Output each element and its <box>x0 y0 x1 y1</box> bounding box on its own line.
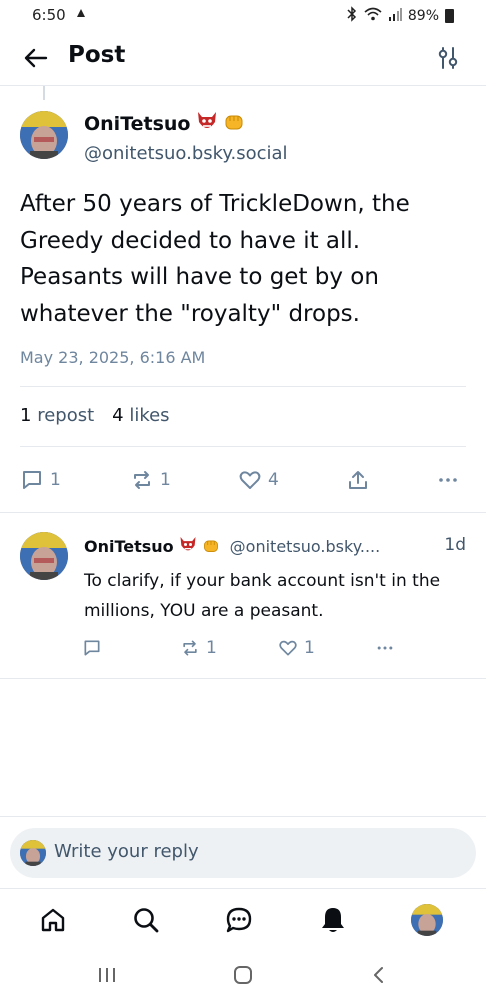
divider <box>0 512 486 513</box>
more-dots-icon <box>377 646 393 650</box>
chevron-left-icon <box>374 967 383 983</box>
home-system-button[interactable] <box>228 962 258 988</box>
reply-timestamp: 1d <box>444 535 466 555</box>
reply-author-name: OniTetsuo <box>84 537 174 556</box>
likes-count: 4 <box>112 405 124 426</box>
battery-icon <box>445 9 454 23</box>
reply-button[interactable]: 1 <box>20 468 61 492</box>
reply-like-button[interactable]: 1 <box>278 638 315 658</box>
divider <box>0 678 486 679</box>
fist-icon <box>223 110 245 137</box>
reposts-label: repost <box>37 405 95 426</box>
battery-percent: 89% <box>407 8 439 24</box>
back-button[interactable] <box>20 42 52 74</box>
status-time: 6:50 <box>32 6 66 24</box>
more-options-button[interactable] <box>436 468 460 492</box>
nav-profile[interactable] <box>410 903 444 937</box>
signal-icon <box>388 7 402 25</box>
oni-mask-icon <box>195 110 219 137</box>
bluetooth-icon <box>346 6 358 26</box>
avatar[interactable] <box>20 111 68 159</box>
avatar <box>411 904 443 936</box>
wifi-icon <box>364 7 382 25</box>
reply-body-text: To clarify, if your bank account isn't i… <box>84 571 441 621</box>
reply-repost-count: 1 <box>206 638 217 658</box>
likes-stat[interactable]: 4 likes <box>112 405 169 426</box>
nav-notifications[interactable] <box>316 903 350 937</box>
reply-composer-placeholder: Write your reply <box>54 841 199 862</box>
reply-count: 1 <box>50 470 61 490</box>
reply-like-count: 1 <box>304 638 315 658</box>
nav-home[interactable] <box>36 903 70 937</box>
bottom-nav <box>0 888 486 950</box>
like-button[interactable]: 4 <box>238 468 279 492</box>
reply-author[interactable]: OniTetsuo @onitetsuo.bsky.... <box>84 535 380 558</box>
avatar[interactable] <box>20 532 68 580</box>
system-nav-bar <box>0 950 486 1000</box>
reposts-count: 1 <box>20 405 32 426</box>
arrow-left-icon <box>24 48 48 68</box>
reply-bubble-icon <box>23 471 41 489</box>
thread-connector-line <box>43 86 45 100</box>
sliders-icon <box>438 47 458 69</box>
back-system-button[interactable] <box>364 962 394 988</box>
nav-search[interactable] <box>129 903 163 937</box>
share-button[interactable] <box>346 468 370 492</box>
home-icon <box>41 908 65 932</box>
reply-author-handle: @onitetsuo.bsky.... <box>229 537 381 556</box>
reply-bubble-icon <box>84 640 100 656</box>
like-count: 4 <box>268 470 279 490</box>
reposts-stat[interactable]: 1 repost <box>20 405 94 426</box>
likes-label: likes <box>129 405 170 426</box>
search-icon <box>134 908 159 933</box>
repost-button[interactable]: 1 <box>130 468 171 492</box>
post-author-handle[interactable]: @onitetsuo.bsky.social <box>84 143 288 164</box>
app-notification-icon <box>74 6 88 24</box>
reply-more-options-button[interactable] <box>374 638 396 658</box>
divider <box>20 446 466 447</box>
reply-repost-button[interactable]: 1 <box>180 638 217 658</box>
post-stats: 1 repost 4 likes <box>20 405 170 426</box>
repost-count: 1 <box>160 470 171 490</box>
status-bar: 6:50 89% <box>0 0 486 32</box>
author-name-text: OniTetsuo <box>84 112 191 135</box>
repost-icon <box>183 640 197 656</box>
recent-apps-button[interactable] <box>92 962 122 988</box>
post-body-text: After 50 years of TrickleDown, the Greed… <box>20 191 410 327</box>
bell-icon <box>322 908 344 932</box>
status-indicators: 89% <box>346 6 454 26</box>
fist-icon <box>202 536 220 558</box>
divider <box>20 386 466 387</box>
reply-composer[interactable]: Write your reply <box>10 828 476 878</box>
nav-messages[interactable] <box>222 903 256 937</box>
reply-reply-button[interactable] <box>82 638 102 658</box>
chat-bubble-icon <box>226 907 252 933</box>
divider <box>0 816 486 817</box>
heart-icon <box>239 471 261 489</box>
share-icon <box>349 471 367 489</box>
heart-icon <box>279 640 297 656</box>
more-dots-icon <box>439 478 457 482</box>
post-author-name[interactable]: OniTetsuo <box>84 110 245 137</box>
recent-apps-icon <box>99 968 115 982</box>
thread-settings-button[interactable] <box>434 44 462 72</box>
repost-icon <box>134 471 150 489</box>
top-header: Post <box>0 32 486 86</box>
home-circle-icon <box>234 966 252 984</box>
oni-mask-icon <box>178 535 198 558</box>
page-title: Post <box>68 42 126 68</box>
avatar <box>20 840 46 866</box>
post-timestamp: May 23, 2025, 6:16 AM <box>20 348 206 367</box>
